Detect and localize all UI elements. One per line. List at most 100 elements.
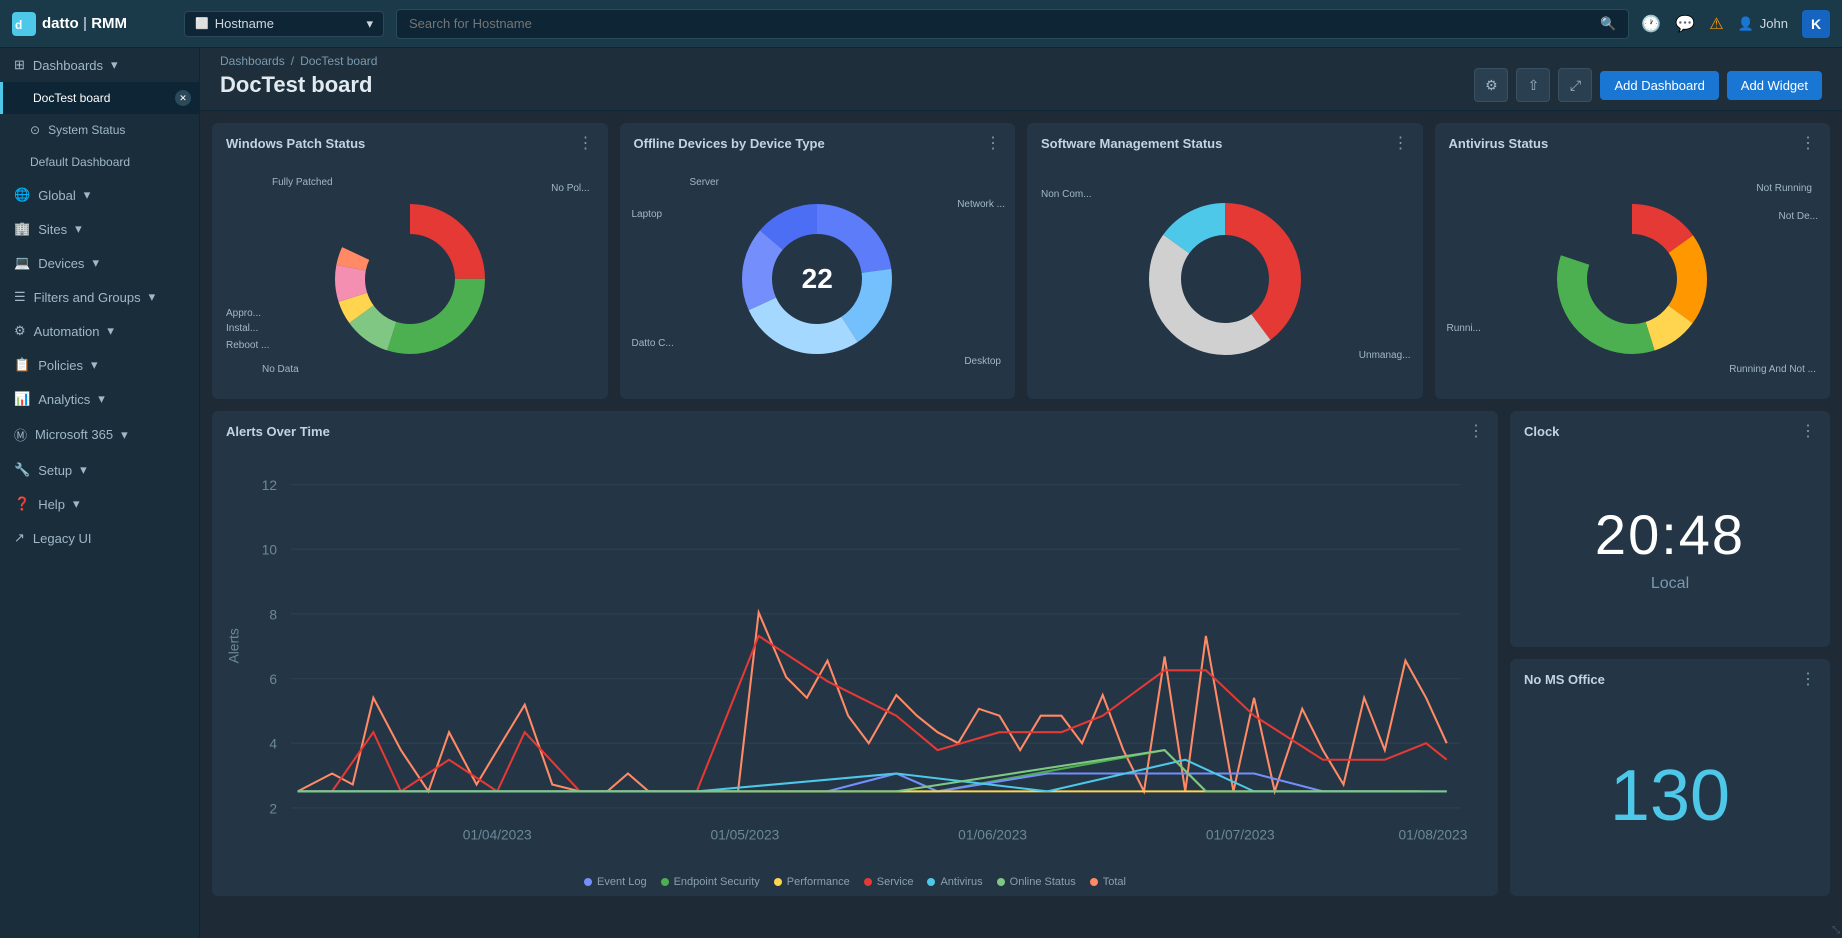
clock-time: 20:48 bbox=[1595, 502, 1745, 567]
breadcrumb-current: DocTest board bbox=[300, 54, 377, 68]
search-input[interactable] bbox=[409, 16, 1592, 31]
sidebar-item-analytics[interactable]: 📊 Analytics ▾ bbox=[0, 382, 199, 416]
devices-label: Devices bbox=[38, 256, 84, 271]
sidebar-item-devices[interactable]: 💻 Devices ▾ bbox=[0, 246, 199, 280]
global-icon: 🌐 bbox=[14, 187, 30, 203]
legend-service: Service bbox=[864, 876, 914, 888]
msoffice-menu-icon[interactable]: ⋮ bbox=[1800, 669, 1816, 689]
alerts-title: Alerts Over Time bbox=[226, 424, 330, 439]
patch-label-instal: Instal... bbox=[226, 323, 258, 334]
doctest-label: DocTest board bbox=[33, 91, 110, 105]
antivirus-donut: Not Running Not De... Running And Not ..… bbox=[1445, 169, 1821, 389]
svg-text:6: 6 bbox=[269, 672, 277, 687]
alert-icon[interactable]: ⚠ bbox=[1709, 14, 1723, 34]
patch-menu-icon[interactable]: ⋮ bbox=[578, 133, 594, 153]
sidebar-item-setup[interactable]: 🔧 Setup ▾ bbox=[0, 453, 199, 487]
chevron-analytics-icon: ▾ bbox=[98, 391, 105, 407]
close-icon[interactable]: ✕ bbox=[175, 90, 191, 106]
alerts-chart-svg: 12 10 8 6 4 2 Alerts 01/04/2023 01/05/20… bbox=[222, 457, 1488, 870]
widget-windows-patch: Windows Patch Status ⋮ bbox=[212, 123, 608, 399]
sidebar-item-legacy-ui[interactable]: ↗ Legacy UI bbox=[0, 521, 199, 555]
fullscreen-icon-btn[interactable]: ⤢ bbox=[1558, 68, 1592, 102]
patch-label-reboot: Reboot ... bbox=[226, 340, 269, 351]
widgets-row-bottom: Alerts Over Time ⋮ bbox=[212, 411, 1830, 896]
service-line bbox=[298, 636, 1447, 791]
msoffice-title: No MS Office bbox=[1524, 672, 1605, 687]
software-title: Software Management Status bbox=[1041, 136, 1222, 151]
legacy-icon: ↗ bbox=[14, 530, 25, 546]
sidebar-item-default-dashboard[interactable]: Default Dashboard bbox=[0, 146, 199, 178]
sidebar-item-automation[interactable]: ⚙ Automation ▾ bbox=[0, 314, 199, 348]
dashboards-icon: ⊞ bbox=[14, 57, 25, 73]
analytics-icon: 📊 bbox=[14, 391, 30, 407]
add-dashboard-button[interactable]: Add Dashboard bbox=[1600, 71, 1718, 100]
widget-software: Software Management Status ⋮ bbox=[1027, 123, 1423, 399]
sidebar-item-global[interactable]: 🌐 Global ▾ bbox=[0, 178, 199, 212]
clock-icon[interactable]: 🕐 bbox=[1641, 14, 1661, 34]
chevron-setup-icon: ▾ bbox=[80, 462, 87, 478]
antivirus-menu-icon[interactable]: ⋮ bbox=[1800, 133, 1816, 153]
svg-text:2: 2 bbox=[269, 801, 277, 816]
sites-icon: 🏢 bbox=[14, 221, 30, 237]
sidebar-item-doctest[interactable]: DocTest board ✕ bbox=[0, 82, 199, 114]
search-icon: 🔍 bbox=[1600, 16, 1616, 32]
sidebar-item-filters[interactable]: ☰ Filters and Groups ▾ bbox=[0, 280, 199, 314]
main-layout: ⊞ Dashboards ▾ DocTest board ✕ ⊙ System … bbox=[0, 48, 1842, 938]
sidebar-item-microsoft365[interactable]: Ⓜ Microsoft 365 ▾ bbox=[0, 416, 199, 453]
topbar-actions: 🕐 💬 ⚠ 👤 John K bbox=[1641, 10, 1830, 38]
automation-icon: ⚙ bbox=[14, 323, 26, 339]
chat-icon[interactable]: 💬 bbox=[1675, 14, 1695, 34]
legend-endpoint: Endpoint Security bbox=[661, 876, 760, 888]
total-line bbox=[298, 612, 1447, 791]
user-badge[interactable]: 👤 John bbox=[1738, 16, 1788, 32]
chevron-down-icon: ▾ bbox=[111, 57, 118, 73]
chevron-policies-icon: ▾ bbox=[91, 357, 98, 373]
system-icon: ⊙ bbox=[30, 123, 40, 137]
sidebar-item-dashboards[interactable]: ⊞ Dashboards ▾ bbox=[0, 48, 199, 82]
k-label: K bbox=[1811, 16, 1821, 32]
content-area: Dashboards / DocTest board DocTest board… bbox=[200, 48, 1842, 938]
chevron-right-icon: ▾ bbox=[84, 187, 91, 203]
breadcrumb-dashboards[interactable]: Dashboards bbox=[220, 54, 285, 68]
settings-icon-btn[interactable]: ⚙ bbox=[1474, 68, 1508, 102]
legend-antivirus: Antivirus bbox=[927, 876, 982, 888]
sidebar: ⊞ Dashboards ▾ DocTest board ✕ ⊙ System … bbox=[0, 48, 200, 938]
clock-menu-icon[interactable]: ⋮ bbox=[1800, 421, 1816, 441]
hostname-select[interactable]: ⬜ Hostname ▾ bbox=[184, 11, 384, 37]
legend-performance: Performance bbox=[774, 876, 850, 888]
offline-body: 22 Server Network ... Desktop Datto C...… bbox=[620, 159, 1016, 399]
widget-header-clock: Clock ⋮ bbox=[1510, 411, 1830, 447]
alerts-body: 12 10 8 6 4 2 Alerts 01/04/2023 01/05/20… bbox=[212, 447, 1498, 870]
av-label-running-not: Running And Not ... bbox=[1729, 364, 1816, 375]
software-menu-icon[interactable]: ⋮ bbox=[1393, 133, 1409, 153]
antivirus-title: Antivirus Status bbox=[1449, 136, 1549, 151]
offline-menu-icon[interactable]: ⋮ bbox=[985, 133, 1001, 153]
add-widget-button[interactable]: Add Widget bbox=[1727, 71, 1822, 100]
offline-title: Offline Devices by Device Type bbox=[634, 136, 825, 151]
app-logo: d datto | RMM bbox=[12, 12, 172, 36]
legend-label-online: Online Status bbox=[1010, 876, 1076, 888]
legend-dot-performance bbox=[774, 878, 782, 886]
alerts-menu-icon[interactable]: ⋮ bbox=[1468, 421, 1484, 441]
share-icon-btn[interactable]: ⇧ bbox=[1516, 68, 1550, 102]
legend-dot-eventlog bbox=[584, 878, 592, 886]
sidebar-item-policies[interactable]: 📋 Policies ▾ bbox=[0, 348, 199, 382]
k-badge[interactable]: K bbox=[1802, 10, 1830, 38]
av-label-notde: Not De... bbox=[1779, 211, 1818, 222]
msoffice-body: 130 bbox=[1510, 695, 1830, 895]
software-body: Non Com... Unmanag... bbox=[1027, 159, 1423, 399]
user-name: John bbox=[1760, 16, 1788, 31]
sidebar-item-sites[interactable]: 🏢 Sites ▾ bbox=[0, 212, 199, 246]
widget-antivirus: Antivirus Status ⋮ bbox=[1435, 123, 1831, 399]
help-icon: ❓ bbox=[14, 496, 30, 512]
chevron-sites-icon: ▾ bbox=[75, 221, 82, 237]
patch-title: Windows Patch Status bbox=[226, 136, 365, 151]
svg-text:01/06/2023: 01/06/2023 bbox=[958, 828, 1027, 843]
legend-eventlog: Event Log bbox=[584, 876, 647, 888]
sidebar-item-system-status[interactable]: ⊙ System Status bbox=[0, 114, 199, 146]
dashboard-content: Windows Patch Status ⋮ bbox=[200, 111, 1842, 938]
widget-clock: Clock ⋮ 20:48 Local ⤡ bbox=[1510, 411, 1830, 647]
legend-dot-online bbox=[997, 878, 1005, 886]
policies-label: Policies bbox=[38, 358, 83, 373]
sidebar-item-help[interactable]: ❓ Help ▾ bbox=[0, 487, 199, 521]
